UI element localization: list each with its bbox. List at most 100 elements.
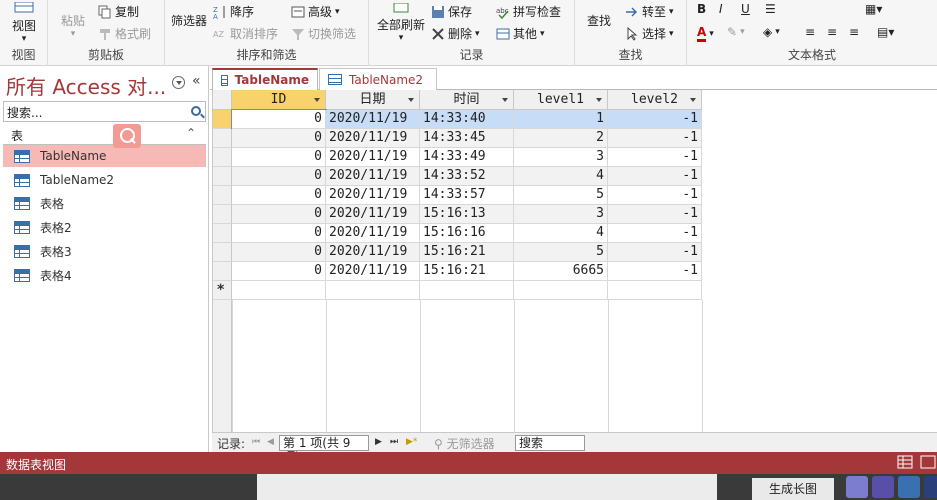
table-cell[interactable]: -1 bbox=[608, 205, 702, 224]
row-selector[interactable] bbox=[213, 148, 232, 167]
table-cell[interactable]: -1 bbox=[608, 243, 702, 262]
view-button[interactable]: 视图 ▾ bbox=[8, 1, 40, 44]
tab-tablename2[interactable]: TableName2 bbox=[319, 68, 437, 90]
table-cell[interactable]: 15:16:13 bbox=[420, 205, 514, 224]
next-record-button[interactable]: ▶ bbox=[375, 437, 382, 447]
align-center-button[interactable]: ≡ bbox=[827, 25, 837, 39]
column-dropdown-icon[interactable] bbox=[314, 98, 320, 102]
highlight-button[interactable]: ✎ ▾ bbox=[727, 25, 745, 39]
table-cell[interactable]: 3 bbox=[514, 205, 608, 224]
fill-color-button[interactable]: ◈ ▾ bbox=[763, 25, 780, 39]
floating-search-icon[interactable] bbox=[113, 124, 141, 148]
table-cell[interactable]: 0 bbox=[232, 243, 326, 262]
row-selector[interactable] bbox=[213, 129, 232, 148]
nav-item-biaoge4[interactable]: 表格4 bbox=[3, 264, 206, 286]
table-cell[interactable]: -1 bbox=[608, 167, 702, 186]
nav-item-tablename[interactable]: TableName bbox=[3, 145, 206, 167]
table-cell[interactable]: 2020/11/19 bbox=[326, 167, 420, 186]
row-selector[interactable] bbox=[213, 186, 232, 205]
table-cell[interactable]: 14:33:49 bbox=[420, 148, 514, 167]
align-right-button[interactable]: ≡ bbox=[849, 25, 859, 39]
table-cell[interactable]: 2020/11/19 bbox=[326, 205, 420, 224]
generate-long-image-button[interactable]: 生成长图 bbox=[752, 478, 834, 500]
table-cell[interactable]: 0 bbox=[232, 224, 326, 243]
remove-sort-button[interactable]: AZ 取消排序 bbox=[213, 25, 278, 42]
nav-menu-dropdown-icon[interactable] bbox=[172, 76, 185, 89]
nav-title[interactable]: 所有 Access 对... bbox=[6, 71, 166, 100]
italic-button[interactable]: I bbox=[719, 2, 723, 16]
chevron-up-icon[interactable]: ⌃ bbox=[186, 126, 196, 140]
indent-button[interactable]: ☰ bbox=[765, 2, 776, 16]
nav-item-biaoge2[interactable]: 表格2 bbox=[3, 216, 206, 238]
table-cell[interactable]: 2 bbox=[514, 129, 608, 148]
table-cell[interactable]: 6665 bbox=[514, 262, 608, 281]
advanced-filter-button[interactable]: 高级 ▾ bbox=[291, 3, 340, 20]
table-cell[interactable]: 2020/11/19 bbox=[326, 262, 420, 281]
table-cell[interactable]: 0 bbox=[232, 186, 326, 205]
table-cell[interactable]: 1 bbox=[514, 110, 608, 129]
new-record-cell[interactable] bbox=[514, 281, 608, 300]
find-button[interactable]: 查找 bbox=[581, 12, 617, 29]
align-left-button[interactable]: ≡ bbox=[805, 25, 815, 39]
table-cell[interactable]: -1 bbox=[608, 110, 702, 129]
column-dropdown-icon[interactable] bbox=[408, 98, 414, 102]
filter-button[interactable]: 筛选器 bbox=[169, 12, 209, 29]
table-cell[interactable]: 0 bbox=[232, 148, 326, 167]
table-cell[interactable]: 2020/11/19 bbox=[326, 148, 420, 167]
bold-button[interactable]: B bbox=[697, 2, 706, 16]
table-cell[interactable]: 5 bbox=[514, 186, 608, 205]
select-all-corner[interactable] bbox=[213, 90, 232, 110]
datasheet-view-icon[interactable] bbox=[897, 455, 914, 471]
column-dropdown-icon[interactable] bbox=[596, 98, 602, 102]
new-record-cell[interactable] bbox=[420, 281, 514, 300]
nav-item-tablename2[interactable]: TableName2 bbox=[3, 169, 206, 191]
spelling-button[interactable]: abc 拼写检查 bbox=[496, 3, 561, 20]
row-selector[interactable] bbox=[213, 224, 232, 243]
table-cell[interactable]: -1 bbox=[608, 186, 702, 205]
table-cell[interactable]: 0 bbox=[231, 109, 327, 130]
more-records-button[interactable]: 其他 ▾ bbox=[496, 25, 545, 42]
delete-button[interactable]: 删除 ▾ bbox=[431, 25, 480, 42]
search-icon[interactable] bbox=[191, 106, 201, 116]
table-cell[interactable]: 4 bbox=[514, 167, 608, 186]
table-cell[interactable]: 14:33:45 bbox=[420, 129, 514, 148]
first-record-button[interactable]: ⏮ bbox=[252, 437, 260, 447]
font-color-button[interactable]: A ▾ bbox=[697, 25, 714, 42]
column-header-id[interactable]: ID bbox=[232, 90, 326, 110]
table-cell[interactable]: -1 bbox=[608, 148, 702, 167]
table-cell[interactable]: 2020/11/19 bbox=[326, 243, 420, 262]
toggle-filter-button[interactable]: 切换筛选 bbox=[291, 25, 356, 42]
table-cell[interactable]: 0 bbox=[232, 262, 326, 281]
select-button[interactable]: 选择 ▾ bbox=[625, 25, 674, 42]
alt-row-color-button[interactable]: ▤▾ bbox=[877, 25, 894, 39]
nav-group-header[interactable]: 表 ⌃ bbox=[3, 125, 206, 145]
last-record-button[interactable]: ⏭ bbox=[390, 437, 398, 447]
table-cell[interactable]: 2020/11/19 bbox=[326, 110, 420, 129]
app-tile-icon[interactable] bbox=[898, 476, 920, 498]
app-tile-icon[interactable] bbox=[872, 476, 894, 498]
prev-record-button[interactable]: ◀ bbox=[267, 437, 274, 447]
new-record-button[interactable]: ▶* bbox=[406, 437, 417, 447]
table-cell[interactable]: 14:33:52 bbox=[420, 167, 514, 186]
column-header-level2[interactable]: level2 bbox=[608, 90, 702, 110]
nav-item-biaoge[interactable]: 表格 bbox=[3, 192, 206, 214]
column-header-level1[interactable]: level1 bbox=[514, 90, 608, 110]
paste-button[interactable]: 粘贴 ▾ bbox=[58, 12, 88, 39]
save-button[interactable]: 保存 bbox=[431, 3, 472, 20]
row-selector[interactable] bbox=[213, 262, 232, 281]
row-selector[interactable] bbox=[213, 110, 232, 129]
record-position-input[interactable]: 第 1 项(共 9 项) bbox=[279, 435, 369, 464]
table-cell[interactable]: 2020/11/19 bbox=[326, 186, 420, 205]
new-record-selector[interactable]: * bbox=[213, 281, 232, 300]
column-dropdown-icon[interactable] bbox=[690, 98, 696, 102]
table-cell[interactable]: 5 bbox=[514, 243, 608, 262]
table-cell[interactable]: 3 bbox=[514, 148, 608, 167]
table-cell[interactable]: -1 bbox=[608, 224, 702, 243]
new-record-cell[interactable] bbox=[608, 281, 702, 300]
row-selector[interactable] bbox=[213, 167, 232, 186]
row-selector[interactable] bbox=[213, 243, 232, 262]
table-cell[interactable]: -1 bbox=[608, 129, 702, 148]
app-tile-icon[interactable] bbox=[846, 476, 868, 498]
table-cell[interactable]: 2020/11/19 bbox=[326, 224, 420, 243]
no-filter-button[interactable]: ⚲ 无筛选器 bbox=[434, 435, 495, 452]
